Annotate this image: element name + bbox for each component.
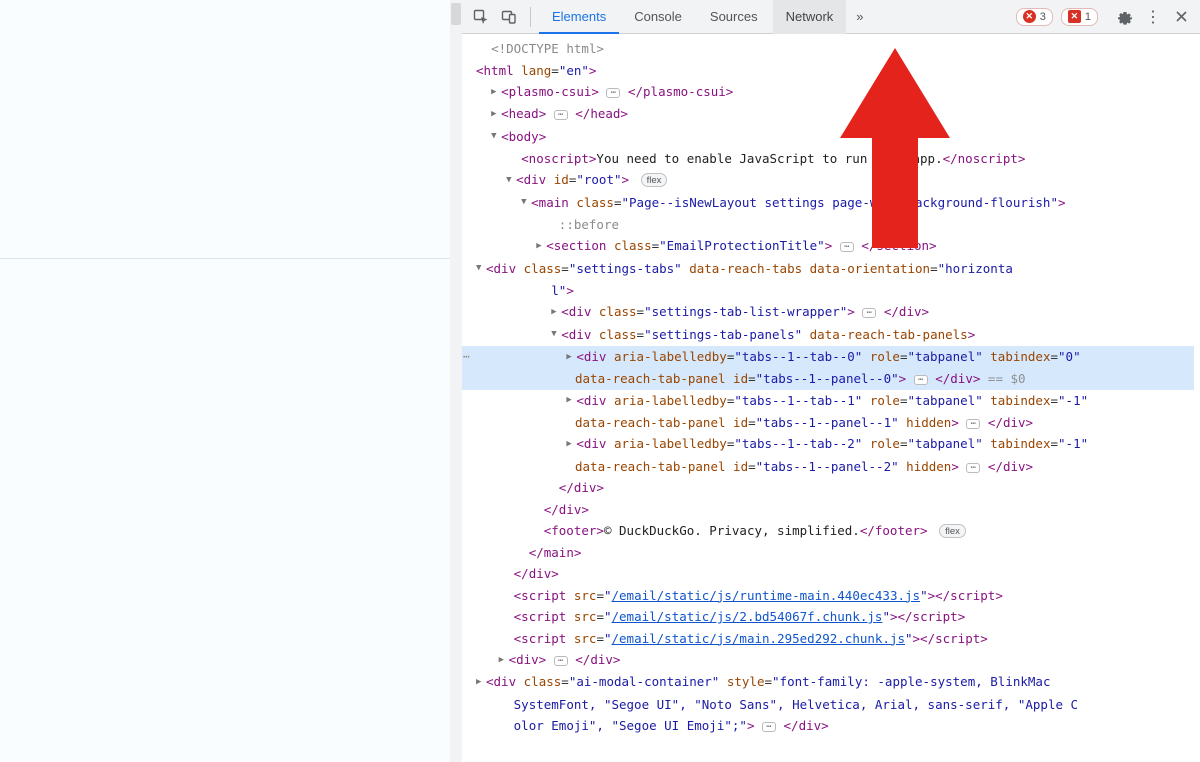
error-circle-count: 3 bbox=[1040, 11, 1046, 23]
dom-panel-1-line2[interactable]: data-reach-tab-panel id="tabs--1--panel-… bbox=[462, 412, 1194, 434]
error-square-count: 1 bbox=[1085, 11, 1091, 23]
dom-plasmo[interactable]: ▶<plasmo-csui> ⋯ </plasmo-csui> bbox=[462, 81, 1194, 103]
device-toolbar-icon[interactable] bbox=[496, 4, 522, 30]
scrollbar-thumb[interactable] bbox=[451, 3, 461, 25]
dom-close-panels[interactable]: </div> bbox=[462, 477, 1194, 499]
devtools-toolbar: Elements Console Sources Network » ✕ 3 ✕… bbox=[462, 0, 1200, 34]
tab-sources[interactable]: Sources bbox=[697, 0, 771, 34]
dom-body-open[interactable]: ▼<body> bbox=[462, 126, 1194, 148]
dom-script-2[interactable]: <script src="/email/static/js/main.295ed… bbox=[462, 628, 1194, 650]
dom-noscript[interactable]: <noscript>You need to enable JavaScript … bbox=[462, 148, 1194, 170]
settings-gear-icon[interactable] bbox=[1112, 4, 1138, 30]
dom-head[interactable]: ▶<head> ⋯ </head> bbox=[462, 103, 1194, 125]
dom-section[interactable]: ▶<section class="EmailProtectionTitle"> … bbox=[462, 235, 1194, 257]
page-content-pane bbox=[0, 0, 462, 762]
tab-elements[interactable]: Elements bbox=[539, 0, 619, 34]
error-circle-icon: ✕ bbox=[1023, 10, 1036, 23]
dom-panel-2-line2[interactable]: data-reach-tab-panel id="tabs--1--panel-… bbox=[462, 456, 1194, 478]
dom-footer[interactable]: <footer>© DuckDuckGo. Privacy, simplifie… bbox=[462, 520, 1194, 542]
dom-panel-0-line2[interactable]: data-reach-tab-panel id="tabs--1--panel-… bbox=[462, 368, 1194, 390]
dom-close-main[interactable]: </main> bbox=[462, 542, 1194, 564]
content-divider bbox=[0, 258, 450, 259]
error-square-icon: ✕ bbox=[1068, 10, 1081, 23]
dom-script-0[interactable]: <script src="/email/static/js/runtime-ma… bbox=[462, 585, 1194, 607]
dom-root-div[interactable]: ▼<div id="root"> flex bbox=[462, 169, 1194, 191]
dom-main[interactable]: ▼<main class="Page--isNewLayout settings… bbox=[462, 192, 1194, 214]
dom-panel-2[interactable]: ▶<div aria-labelledby="tabs--1--tab--2" … bbox=[462, 433, 1194, 455]
more-tabs-button[interactable]: » bbox=[848, 0, 871, 34]
dom-close-tabs[interactable]: </div> bbox=[462, 499, 1194, 521]
dom-script-1[interactable]: <script src="/email/static/js/2.bd54067f… bbox=[462, 606, 1194, 628]
dom-stray-div[interactable]: ▶<div> ⋯ </div> bbox=[462, 649, 1194, 671]
issue-count-badge[interactable]: ✕ 1 bbox=[1061, 8, 1098, 26]
dom-before[interactable]: ::before bbox=[462, 214, 1194, 236]
error-count-badge[interactable]: ✕ 3 bbox=[1016, 8, 1053, 26]
devtools-panel: Elements Console Sources Network » ✕ 3 ✕… bbox=[462, 0, 1200, 762]
toolbar-separator bbox=[530, 7, 531, 27]
dom-doctype[interactable]: <!DOCTYPE html> bbox=[462, 38, 1194, 60]
inspect-element-icon[interactable] bbox=[468, 4, 494, 30]
tab-console[interactable]: Console bbox=[621, 0, 695, 34]
kebab-menu-icon[interactable]: ⋮ bbox=[1140, 4, 1166, 30]
dom-tab-list-wrapper[interactable]: ▶<div class="settings-tab-list-wrapper">… bbox=[462, 301, 1194, 323]
dom-panel-1[interactable]: ▶<div aria-labelledby="tabs--1--tab--1" … bbox=[462, 390, 1194, 412]
dom-tab-panels[interactable]: ▼<div class="settings-tab-panels" data-r… bbox=[462, 324, 1194, 346]
dom-close-root[interactable]: </div> bbox=[462, 563, 1194, 585]
tab-network[interactable]: Network bbox=[773, 0, 847, 34]
dom-settings-tabs[interactable]: ▼<div class="settings-tabs" data-reach-t… bbox=[462, 258, 1194, 302]
gutter-dots-icon: ⋯ bbox=[463, 346, 471, 368]
close-devtools-icon[interactable] bbox=[1168, 4, 1194, 30]
dom-ai-modal[interactable]: ▶<div class="ai-modal-container" style="… bbox=[462, 671, 1194, 736]
dom-html-open[interactable]: <html lang="en"> bbox=[462, 60, 1194, 82]
elements-dom-tree[interactable]: <!DOCTYPE html> <html lang="en"> ▶<plasm… bbox=[462, 34, 1200, 762]
dom-panel-0-selected[interactable]: ⋯ ▶<div aria-labelledby="tabs--1--tab--0… bbox=[462, 346, 1194, 368]
